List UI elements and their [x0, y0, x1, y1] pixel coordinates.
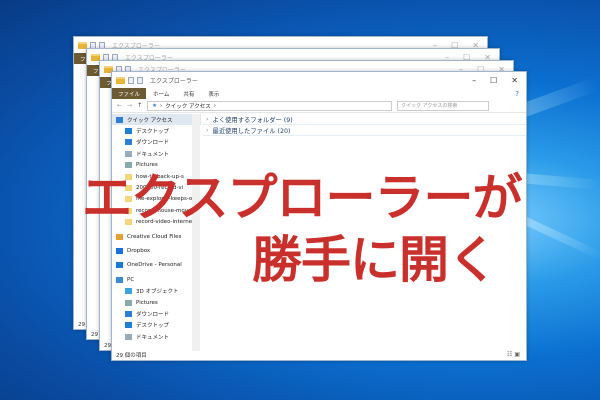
star-icon	[116, 116, 123, 123]
pc-icon	[116, 276, 123, 283]
nav-item-label: ダウンロード	[136, 140, 170, 147]
navigation-pane: クイック アクセス デスクトップ ダウンロード ドキュメント Pictures how-t…	[112, 114, 201, 351]
folder-icon	[116, 76, 125, 84]
3d-objects-icon	[125, 288, 132, 295]
nav-item-label: PC	[127, 276, 135, 283]
dropbox-icon	[116, 247, 123, 254]
title-bar: エクスプローラー – ☐ ✕	[112, 72, 526, 88]
chevron-right-icon: ›	[206, 126, 209, 134]
nav-item-label: Pictures	[136, 299, 158, 306]
address-row: ← → ↑ ★ › クイック アクセス › クイック アクセスの検索	[112, 99, 526, 113]
nav-item[interactable]: デスクトップ	[112, 320, 201, 331]
nav-item[interactable]: ダウンロード	[112, 137, 201, 148]
tab-share[interactable]: 共有	[176, 90, 201, 98]
up-icon[interactable]: ↑	[137, 102, 142, 109]
nav-item-label: ドキュメント	[136, 334, 170, 341]
forward-icon[interactable]: →	[127, 102, 132, 109]
onedrive-icon	[116, 262, 123, 269]
nav-item[interactable]: クイック アクセス	[112, 114, 201, 126]
nav-item-label: Dropbox	[127, 247, 151, 254]
tab-view[interactable]: 表示	[201, 90, 226, 98]
search-input[interactable]: クイック アクセスの検索	[397, 100, 490, 111]
nav-item[interactable]: PC	[112, 274, 201, 285]
address-bar[interactable]: ★ › クイック アクセス ›	[147, 100, 393, 111]
nav-item-label: 3D オブジェクト	[136, 289, 179, 296]
group-frequent-folders[interactable]: › よく使用するフォルダー (9)	[203, 114, 526, 125]
nav-item[interactable]: OneDrive - Personal	[112, 260, 201, 271]
desktop-icon	[125, 322, 132, 329]
nav-item[interactable]: Creative Cloud Files	[112, 231, 201, 242]
address-path: クイック アクセス	[165, 103, 211, 110]
tab-file[interactable]: ファイル	[112, 88, 147, 99]
chevron-right-icon: ›	[206, 115, 209, 123]
group-recent-files[interactable]: › 最近使用したファイル (20)	[203, 125, 526, 136]
document-icon	[125, 333, 132, 340]
nav-item-label: クイック アクセス	[127, 117, 173, 124]
group-label: よく使用するフォルダー (9)	[212, 116, 293, 124]
pictures-icon	[125, 299, 132, 306]
back-icon[interactable]: ←	[117, 102, 122, 109]
status-bar-text: 29 個の項目	[116, 353, 147, 359]
tab-home[interactable]: ホーム	[146, 90, 176, 98]
title: エクスプローラー	[150, 77, 198, 85]
nav-item-label: デスクトップ	[136, 129, 170, 136]
view-toggle-icons[interactable]: ☷ ▣	[507, 351, 520, 358]
download-icon	[125, 310, 132, 317]
document-icon	[125, 150, 132, 157]
ribbon-tabs: ファイル ホーム 共有 表示 ?	[112, 88, 526, 99]
nav-item-label: OneDrive - Personal	[127, 262, 182, 269]
nav-item-label: ドキュメント	[136, 151, 170, 158]
group-label: 最近使用したファイル (20)	[212, 127, 291, 135]
nav-item-label: ダウンロード	[136, 311, 170, 318]
nav-item[interactable]: Pictures	[112, 297, 201, 308]
download-icon	[125, 139, 132, 146]
new-folder-icon[interactable]	[137, 76, 143, 84]
nav-item[interactable]: ダウンロード	[112, 308, 201, 319]
maximize-button[interactable]: ☐	[490, 76, 497, 85]
desktop-icon	[125, 128, 132, 135]
nav-item-label: Creative Cloud Files	[127, 233, 182, 240]
content-pane: › よく使用するフォルダー (9) › 最近使用したファイル (20)	[203, 114, 526, 136]
nav-item[interactable]: デスクトップ	[112, 125, 201, 136]
overlay-headline-line2: 勝手に開く	[252, 231, 498, 289]
help-icon[interactable]: ?	[508, 90, 526, 98]
properties-icon[interactable]	[128, 76, 134, 84]
nav-item[interactable]: Dropbox	[112, 245, 201, 256]
star-icon: ★	[152, 102, 158, 109]
nav-item-label: デスクトップ	[136, 323, 170, 330]
nav-item[interactable]: ドキュメント	[112, 331, 201, 342]
minimize-button[interactable]: –	[472, 76, 476, 85]
nav-item[interactable]: 3D オブジェクト	[112, 285, 201, 296]
close-button[interactable]: ✕	[511, 76, 518, 85]
nav-scrollbar[interactable]	[192, 114, 200, 351]
creative-cloud-icon	[116, 233, 123, 240]
